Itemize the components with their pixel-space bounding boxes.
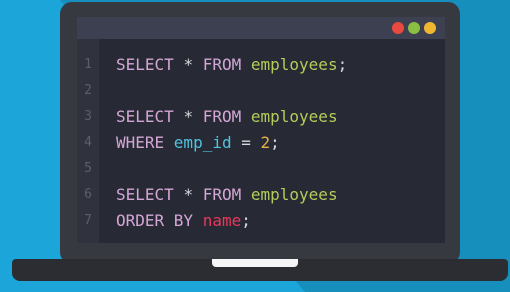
code-token: ; xyxy=(337,55,348,74)
code-line: 7 ORDER BY name; xyxy=(77,208,445,234)
code-text: SELECT * FROM employees; xyxy=(116,52,347,78)
code-token: FROM xyxy=(202,55,251,74)
laptop-illustration: 1 SELECT * FROM employees; 2 3 SELECT * FROM… xyxy=(0,0,510,292)
code-token: ORDER BY xyxy=(116,211,203,230)
code-token: * xyxy=(183,185,203,204)
code-line: 6 SELECT * FROM employees xyxy=(77,182,445,208)
code-token: FROM xyxy=(202,185,251,204)
code-line: 1 SELECT * FROM employees; xyxy=(77,52,445,78)
code-text: ORDER BY name; xyxy=(116,208,251,234)
laptop-notch xyxy=(212,259,298,267)
code-token: * xyxy=(183,107,203,126)
line-number: 3 xyxy=(84,109,92,124)
code-token: ; xyxy=(270,133,280,152)
code-token: ; xyxy=(241,211,251,230)
line-number: 6 xyxy=(84,187,92,202)
code-token: name xyxy=(202,211,242,230)
code-text: WHERE emp_id = 2; xyxy=(116,130,280,156)
line-number: 4 xyxy=(84,135,92,150)
code-token: employees xyxy=(250,55,338,74)
code-token: WHERE xyxy=(116,133,174,152)
line-number: 7 xyxy=(84,213,92,228)
code-token: 2 xyxy=(260,133,271,152)
code-token: SELECT xyxy=(116,107,184,126)
code-token: employees xyxy=(250,107,338,126)
code-token: FROM xyxy=(202,107,251,126)
line-number: 1 xyxy=(84,57,92,72)
code-token: employees xyxy=(250,185,338,204)
code-text: SELECT * FROM employees xyxy=(116,182,338,208)
maximize-window-dot[interactable] xyxy=(424,22,436,34)
code-token: emp_id xyxy=(173,133,242,152)
code-token: SELECT xyxy=(116,55,184,74)
minimize-window-dot[interactable] xyxy=(408,22,420,34)
code-line: 2 xyxy=(77,78,445,104)
line-number: 2 xyxy=(84,83,92,98)
close-window-dot[interactable] xyxy=(392,22,404,34)
code-token: SELECT xyxy=(116,185,184,204)
code-line: 3 SELECT * FROM employees xyxy=(77,104,445,130)
code-token: * xyxy=(183,55,203,74)
code-token: = xyxy=(241,133,261,152)
code-text: SELECT * FROM employees xyxy=(116,104,338,130)
window-titlebar xyxy=(77,17,445,39)
code-editor-window: 1 SELECT * FROM employees; 2 3 SELECT * FROM… xyxy=(77,17,445,243)
line-number: 5 xyxy=(84,161,92,176)
code-line: 5 xyxy=(77,156,445,182)
code-line: 4 WHERE emp_id = 2; xyxy=(77,130,445,156)
